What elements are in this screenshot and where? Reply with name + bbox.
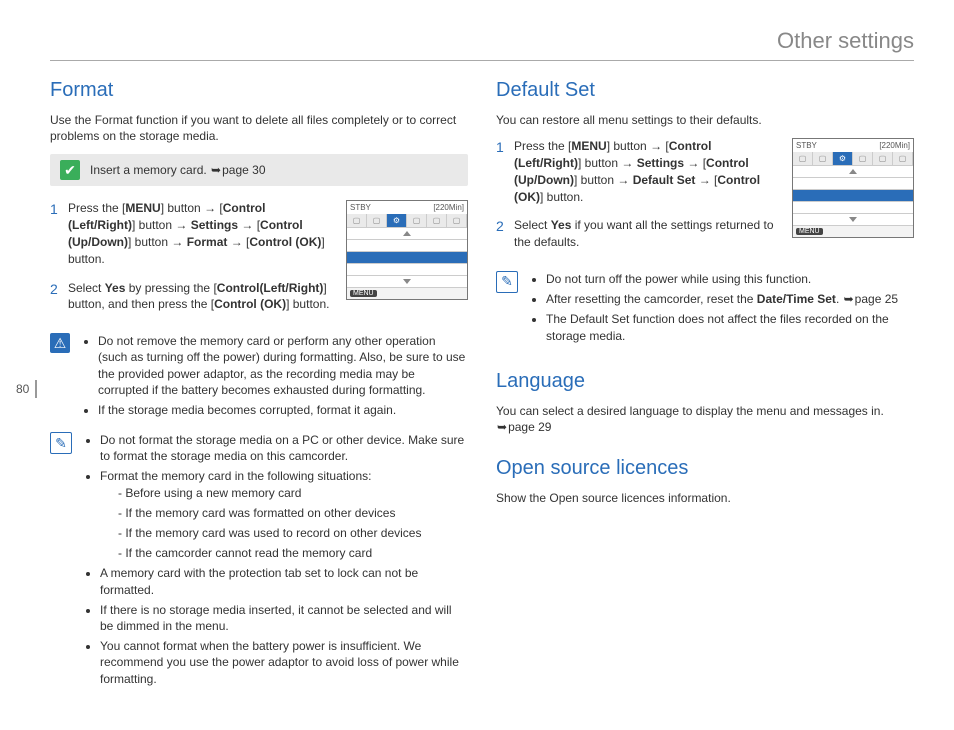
default-set-note-3: The Default Set function does not affect…: [546, 311, 914, 343]
lcd-tab-active: ⚙: [833, 152, 853, 165]
lcd-menu-chip: MENU: [796, 228, 823, 235]
format-info-5: You cannot format when the battery power…: [100, 638, 468, 687]
content-columns: Format Use the Format function if you wa…: [50, 75, 914, 701]
format-step-1: Press the [MENU] button → [Control (Left…: [50, 200, 336, 267]
lcd-standby: STBY: [350, 203, 371, 212]
default-set-step-1: Press the [MENU] button → [Control (Left…: [496, 138, 782, 205]
lcd-tab: ▢: [447, 214, 467, 227]
lcd-bottom-bar: MENU: [347, 287, 467, 299]
lcd-down-arrow: [793, 213, 913, 225]
lcd-tab: ▢: [873, 152, 893, 165]
lcd-row: [793, 177, 913, 189]
format-warn-1: Do not remove the memory card or perform…: [98, 333, 468, 398]
format-steps: Press the [MENU] button → [Control (Left…: [50, 200, 336, 313]
check-icon: ✔: [60, 160, 80, 180]
format-heading: Format: [50, 79, 468, 102]
lcd-time: [220Min]: [433, 203, 464, 212]
lcd-tabs: ▢ ▢ ⚙ ▢ ▢ ▢: [793, 152, 913, 165]
reference-arrow-icon: ➥: [496, 420, 508, 434]
reference-arrow-icon: ➥: [210, 163, 222, 177]
lcd-tab: ▢: [427, 214, 447, 227]
format-info-3: A memory card with the protection tab se…: [100, 565, 468, 597]
format-info-1: Do not format the storage media on a PC …: [100, 432, 468, 464]
format-info-2d: If the camcorder cannot read the memory …: [118, 545, 468, 561]
format-warning-block: ⚠ Do not remove the memory card or perfo…: [50, 333, 468, 422]
page-header-title: Other settings: [50, 28, 914, 54]
default-set-heading: Default Set: [496, 79, 914, 102]
lcd-standby: STBY: [796, 141, 817, 150]
default-set-note-1: Do not turn off the power while using th…: [546, 271, 914, 287]
format-info-sublist: Before using a new memory card If the me…: [100, 485, 468, 562]
lcd-top-bar: STBY [220Min]: [347, 201, 467, 214]
format-warn-2: If the storage media becomes corrupted, …: [98, 402, 468, 418]
memcard-note-pre: Insert a memory card.: [90, 163, 210, 177]
default-set-notes: Do not turn off the power while using th…: [528, 271, 914, 348]
lcd-row: [347, 239, 467, 251]
lcd-tab: ▢: [347, 214, 367, 227]
lcd-up-arrow: [347, 227, 467, 239]
format-info-2b: If the memory card was formatted on othe…: [118, 505, 468, 521]
lcd-bottom-bar: MENU: [793, 225, 913, 237]
lcd-screen-format: STBY [220Min] ▢ ▢ ⚙ ▢ ▢ ▢ MENU: [346, 200, 468, 300]
lcd-tab: ▢: [407, 214, 427, 227]
info-icon: ✎: [50, 432, 72, 454]
lcd-row: [793, 201, 913, 213]
lcd-tab: ▢: [813, 152, 833, 165]
format-info: Do not format the storage media on a PC …: [82, 432, 468, 691]
format-info-2: Format the memory card in the following …: [100, 468, 468, 561]
format-step-2: Select Yes by pressing the [Control(Left…: [50, 280, 336, 314]
default-set-step-2: Select Yes if you want all the settings …: [496, 217, 782, 251]
memory-card-note: ✔ Insert a memory card. ➥page 30: [50, 154, 468, 186]
default-set-intro: You can restore all menu settings to the…: [496, 112, 914, 128]
default-set-note-2: After resetting the camcorder, reset the…: [546, 291, 914, 307]
memcard-note-ref: page 30: [222, 163, 265, 177]
lcd-row-selected: [347, 251, 467, 263]
lcd-menu-chip: MENU: [350, 290, 377, 297]
format-info-block: ✎ Do not format the storage media on a P…: [50, 432, 468, 691]
format-info-2c: If the memory card was used to record on…: [118, 525, 468, 541]
header-rule: [50, 60, 914, 61]
lcd-top-bar: STBY [220Min]: [793, 139, 913, 152]
left-column: Format Use the Format function if you wa…: [50, 75, 468, 701]
lcd-row-selected: [793, 189, 913, 201]
page-number: 80: [14, 380, 37, 398]
format-info-4: If there is no storage media inserted, i…: [100, 602, 468, 634]
lcd-time: [220Min]: [879, 141, 910, 150]
lcd-tab: ▢: [853, 152, 873, 165]
osl-heading: Open source licences: [496, 457, 914, 480]
format-info-2a: Before using a new memory card: [118, 485, 468, 501]
lcd-tab-active: ⚙: [387, 214, 407, 227]
language-text: You can select a desired language to dis…: [496, 403, 914, 435]
lcd-tabs: ▢ ▢ ⚙ ▢ ▢ ▢: [347, 214, 467, 227]
reference-arrow-icon: ➥: [843, 292, 855, 306]
language-heading: Language: [496, 370, 914, 393]
format-warnings: Do not remove the memory card or perform…: [80, 333, 468, 422]
info-icon: ✎: [496, 271, 518, 293]
default-set-step-row: Press the [MENU] button → [Control (Left…: [496, 138, 914, 263]
lcd-up-arrow: [793, 165, 913, 177]
lcd-tab: ▢: [793, 152, 813, 165]
lcd-tab: ▢: [367, 214, 387, 227]
lcd-tab: ▢: [893, 152, 913, 165]
lcd-screen-default-set: STBY [220Min] ▢ ▢ ⚙ ▢ ▢ ▢ MENU: [792, 138, 914, 238]
warning-icon: ⚠: [50, 333, 70, 353]
format-intro: Use the Format function if you want to d…: [50, 112, 468, 144]
osl-text: Show the Open source licences informatio…: [496, 490, 914, 506]
memory-card-note-text: Insert a memory card. ➥page 30: [90, 163, 266, 177]
format-step1-row: Press the [MENU] button → [Control (Left…: [50, 200, 468, 325]
default-set-steps: Press the [MENU] button → [Control (Left…: [496, 138, 782, 251]
right-column: Default Set You can restore all menu set…: [496, 75, 914, 701]
default-set-notes-block: ✎ Do not turn off the power while using …: [496, 271, 914, 348]
lcd-row: [347, 263, 467, 275]
lcd-down-arrow: [347, 275, 467, 287]
